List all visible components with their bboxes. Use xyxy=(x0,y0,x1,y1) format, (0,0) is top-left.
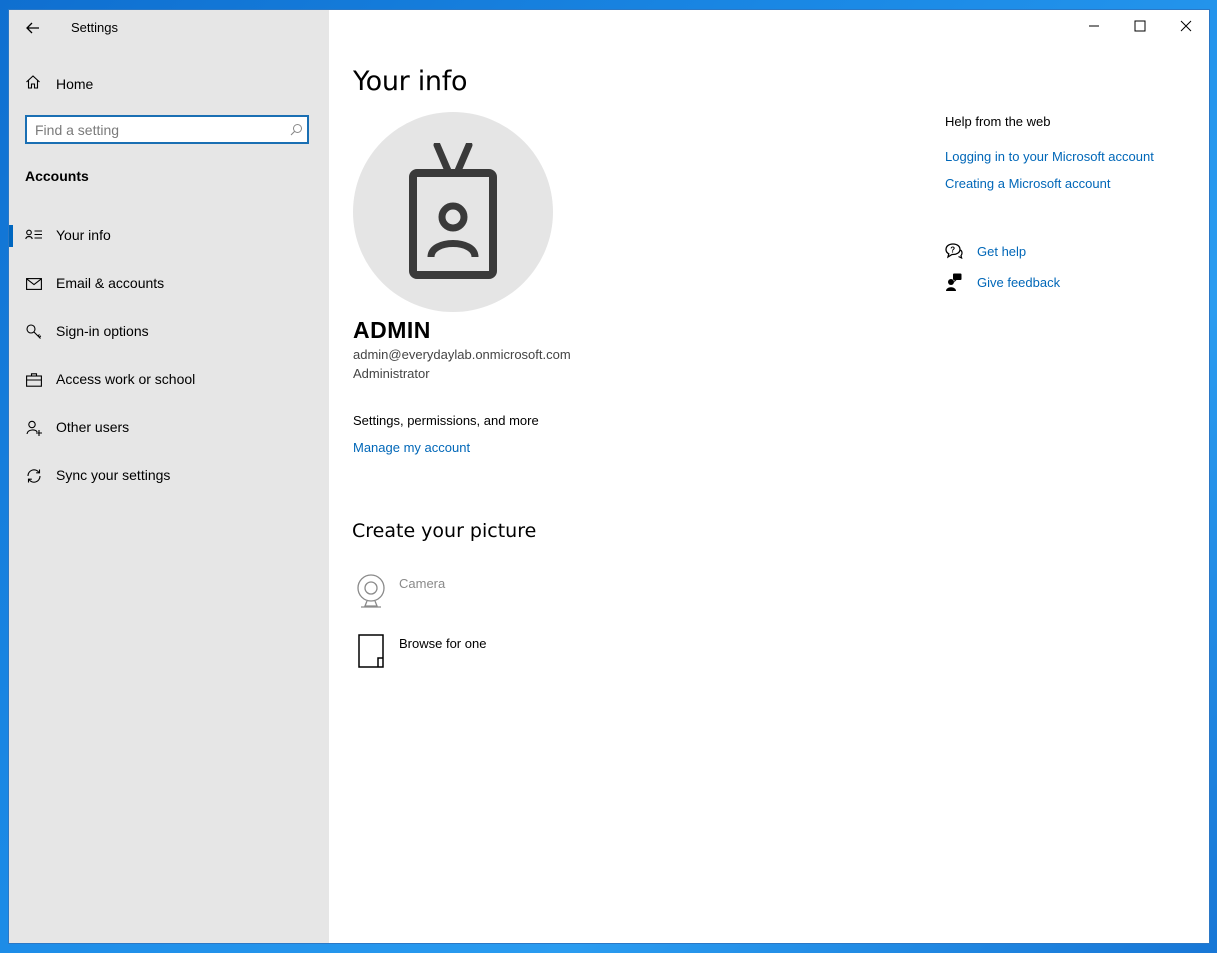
home-label: Home xyxy=(56,76,94,92)
main-content: Your info ADMIN admin@everydaylab.onmicr… xyxy=(329,10,1209,943)
briefcase-icon xyxy=(25,371,43,389)
sidebar-nav: Your info Email & accounts Sign-in optio… xyxy=(9,212,329,500)
svg-text:?: ? xyxy=(950,245,955,254)
webcam-icon xyxy=(353,573,389,609)
permissions-text: Settings, permissions, and more xyxy=(353,413,539,428)
get-help-link[interactable]: ? Get help xyxy=(945,242,1026,260)
sidebar-item-label: Your info xyxy=(56,227,111,243)
maximize-button[interactable] xyxy=(1117,10,1163,42)
home-icon xyxy=(25,74,41,95)
sync-icon xyxy=(25,467,43,485)
contact-info-icon xyxy=(25,227,43,245)
close-button[interactable] xyxy=(1163,10,1209,42)
search-icon[interactable] xyxy=(285,123,307,136)
section-title: Accounts xyxy=(25,168,89,184)
sidebar-item-your-info[interactable]: Your info xyxy=(9,212,329,260)
user-role: Administrator xyxy=(353,366,430,381)
minimize-icon xyxy=(1089,25,1099,27)
mail-icon xyxy=(25,275,43,293)
window-controls xyxy=(1071,10,1209,42)
maximize-icon xyxy=(1134,20,1146,32)
sidebar-item-home[interactable]: Home xyxy=(25,72,93,96)
sidebar-item-sign-in-options[interactable]: Sign-in options xyxy=(9,308,329,356)
sidebar-item-access-work[interactable]: Access work or school xyxy=(9,356,329,404)
page-title: Your info xyxy=(353,66,468,97)
get-help-label: Get help xyxy=(977,243,1027,259)
close-icon xyxy=(1180,20,1192,32)
feedback-icon xyxy=(945,273,963,291)
sidebar-item-label: Email & accounts xyxy=(56,275,165,291)
sidebar-item-sync-settings[interactable]: Sync your settings xyxy=(9,452,329,500)
search-input[interactable] xyxy=(27,120,285,139)
camera-label: Camera xyxy=(399,576,446,591)
add-person-icon xyxy=(25,419,43,437)
browse-option[interactable]: Browse for one xyxy=(353,633,486,669)
user-name: ADMIN xyxy=(353,317,431,343)
id-badge-icon xyxy=(409,143,497,279)
minimize-button[interactable] xyxy=(1071,10,1117,42)
settings-window: Settings Home Accounts xyxy=(9,10,1209,943)
manage-account-link[interactable]: Manage my account xyxy=(353,440,470,455)
browse-label: Browse for one xyxy=(399,636,487,651)
help-link-create-account[interactable]: Creating a Microsoft account xyxy=(945,176,1110,191)
create-picture-title: Create your picture xyxy=(352,520,537,542)
get-help-icon: ? xyxy=(945,242,963,260)
sidebar-item-label: Other users xyxy=(56,419,130,435)
avatar xyxy=(353,112,553,312)
search-box[interactable] xyxy=(25,115,309,144)
give-feedback-link[interactable]: Give feedback xyxy=(945,273,1060,291)
back-arrow-icon xyxy=(26,22,39,34)
file-icon xyxy=(353,633,389,669)
back-button[interactable] xyxy=(17,12,49,44)
sidebar-item-label: Sign-in options xyxy=(56,323,149,339)
sidebar: Settings Home Accounts xyxy=(9,10,329,943)
camera-option[interactable]: Camera xyxy=(353,573,445,609)
sidebar-item-label: Sync your settings xyxy=(56,467,171,483)
give-feedback-label: Give feedback xyxy=(977,274,1061,290)
help-title: Help from the web xyxy=(945,114,1051,129)
key-icon xyxy=(25,323,43,341)
sidebar-item-email-accounts[interactable]: Email & accounts xyxy=(9,260,329,308)
help-link-logging-in[interactable]: Logging in to your Microsoft account xyxy=(945,149,1154,164)
sidebar-item-label: Access work or school xyxy=(56,371,196,387)
sidebar-item-other-users[interactable]: Other users xyxy=(9,404,329,452)
app-title: Settings xyxy=(71,20,118,35)
user-email: admin@everydaylab.onmicrosoft.com xyxy=(353,347,571,362)
